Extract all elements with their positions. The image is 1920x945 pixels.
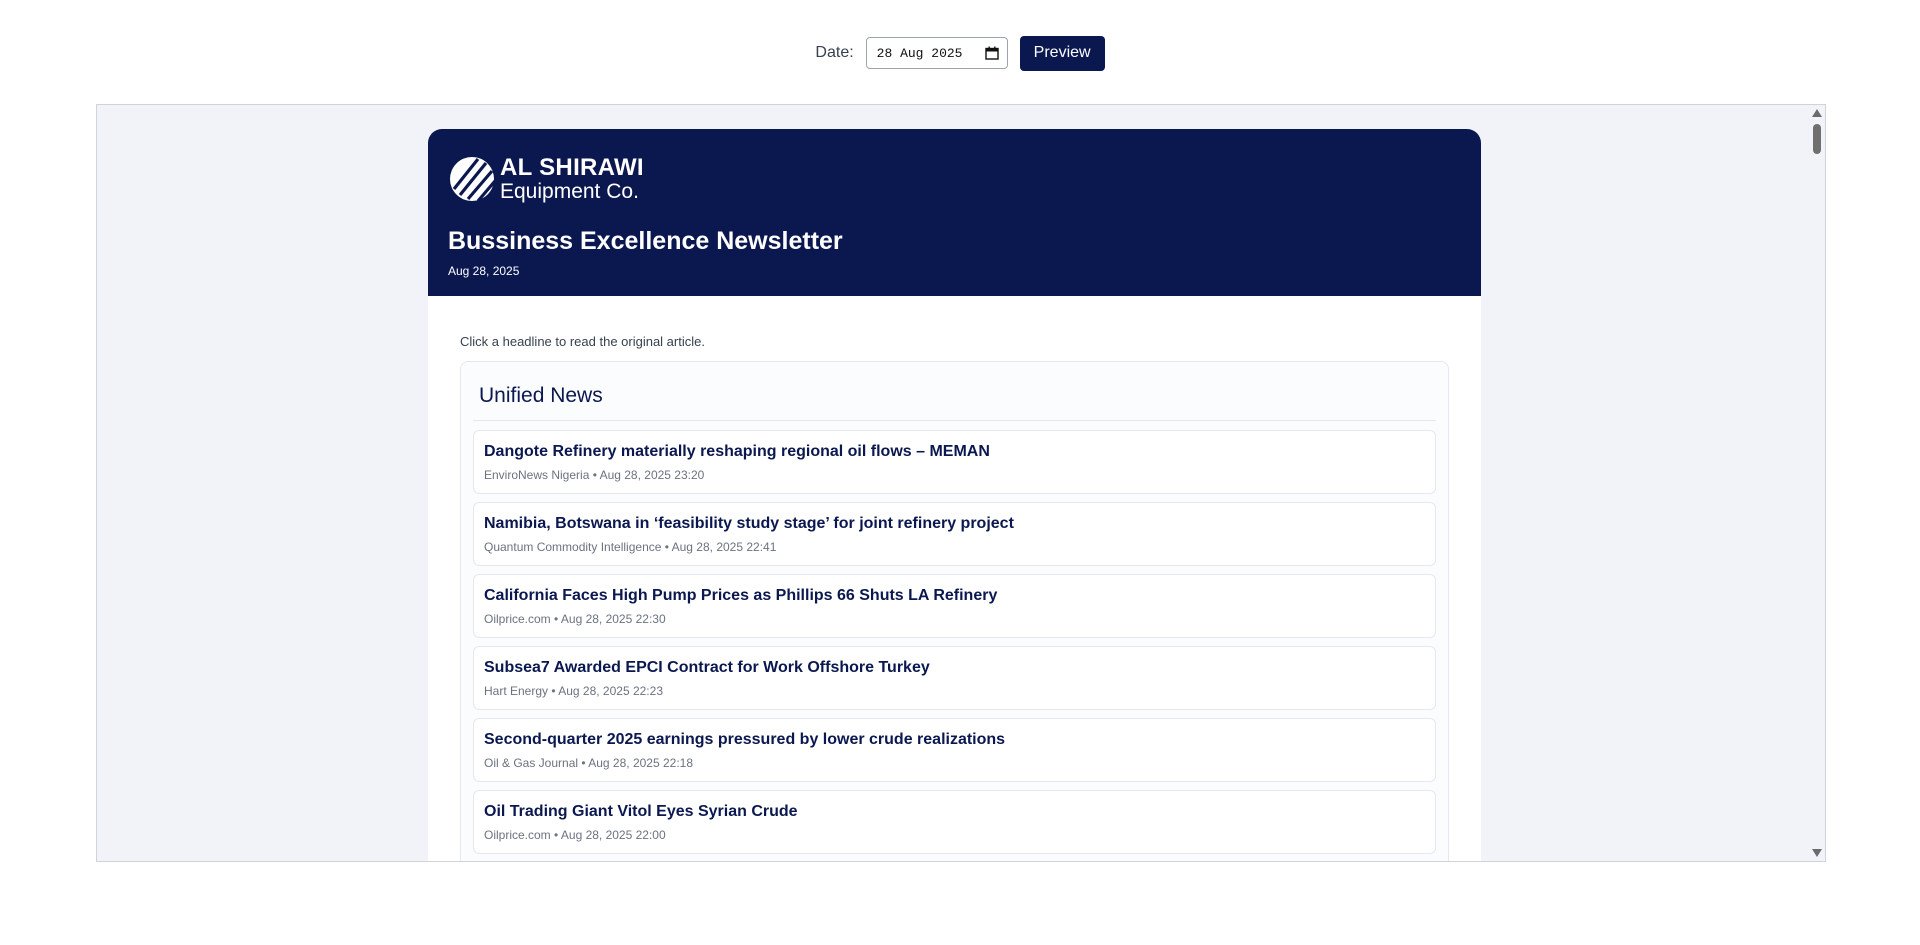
calendar-icon[interactable]: [984, 46, 999, 60]
article-headline-link[interactable]: Second-quarter 2025 earnings pressured b…: [484, 731, 1425, 749]
newsletter-title: Bussiness Excellence Newsletter: [448, 227, 843, 255]
logo-line2: Equipment Co.: [500, 180, 639, 203]
scroll-up-arrow-icon[interactable]: [1812, 109, 1822, 117]
article-headline-link[interactable]: Dangote Refinery materially reshaping re…: [484, 443, 1425, 461]
date-input[interactable]: 28 Aug 2025: [865, 37, 1008, 69]
article-headline-link[interactable]: Oil Trading Giant Vitol Eyes Syrian Crud…: [484, 803, 1425, 821]
frame-scrollbar[interactable]: [1809, 105, 1825, 861]
preview-button[interactable]: Preview: [1019, 35, 1105, 71]
intro-text: Click a headline to read the original ar…: [460, 334, 705, 349]
preview-frame[interactable]: AL SHIRAWI Equipment Co. Bussiness Excel…: [96, 104, 1826, 862]
article-meta: Oilprice.com • Aug 28, 2025 22:00: [484, 828, 666, 842]
article-card: California Faces High Pump Prices as Phi…: [473, 574, 1436, 638]
article-card: Oil Trading Giant Vitol Eyes Syrian Crud…: [473, 790, 1436, 854]
logo-mark-icon: [450, 157, 496, 203]
article-card: Subsea7 Awarded EPCI Contract for Work O…: [473, 646, 1436, 710]
newsletter: AL SHIRAWI Equipment Co. Bussiness Excel…: [428, 129, 1481, 861]
article-headline-link[interactable]: Subsea7 Awarded EPCI Contract for Work O…: [484, 659, 1425, 677]
newsletter-date: Aug 28, 2025: [448, 264, 520, 278]
section-title: Unified News: [473, 362, 1436, 421]
article-card: Namibia, Botswana in ‘feasibility study …: [473, 502, 1436, 566]
company-logo: AL SHIRAWI Equipment Co.: [448, 155, 644, 203]
news-section: Unified News Dangote Refinery materially…: [460, 361, 1449, 861]
scroll-down-arrow-icon[interactable]: [1812, 849, 1822, 857]
article-headline-link[interactable]: California Faces High Pump Prices as Phi…: [484, 587, 1425, 605]
logo-text: AL SHIRAWI Equipment Co.: [500, 154, 644, 203]
article-meta: Hart Energy • Aug 28, 2025 22:23: [484, 684, 663, 698]
scrollbar-thumb[interactable]: [1813, 124, 1821, 154]
date-label: Date:: [815, 44, 854, 61]
date-value: 28 Aug 2025: [876, 45, 963, 61]
newsletter-header: AL SHIRAWI Equipment Co. Bussiness Excel…: [428, 129, 1481, 296]
logo-line1: AL SHIRAWI: [500, 154, 644, 181]
toolbar: Date: 28 Aug 2025 Preview: [0, 35, 1920, 71]
article-headline-link[interactable]: Namibia, Botswana in ‘feasibility study …: [484, 515, 1425, 533]
article-meta: EnviroNews Nigeria • Aug 28, 2025 23:20: [484, 468, 705, 482]
article-meta: Oilprice.com • Aug 28, 2025 22:30: [484, 612, 666, 626]
article-meta: Quantum Commodity Intelligence • Aug 28,…: [484, 540, 777, 554]
newsletter-body: Click a headline to read the original ar…: [428, 296, 1481, 861]
article-meta: Oil & Gas Journal • Aug 28, 2025 22:18: [484, 756, 694, 770]
article-card: Dangote Refinery materially reshaping re…: [473, 430, 1436, 494]
article-card: Second-quarter 2025 earnings pressured b…: [473, 718, 1436, 782]
